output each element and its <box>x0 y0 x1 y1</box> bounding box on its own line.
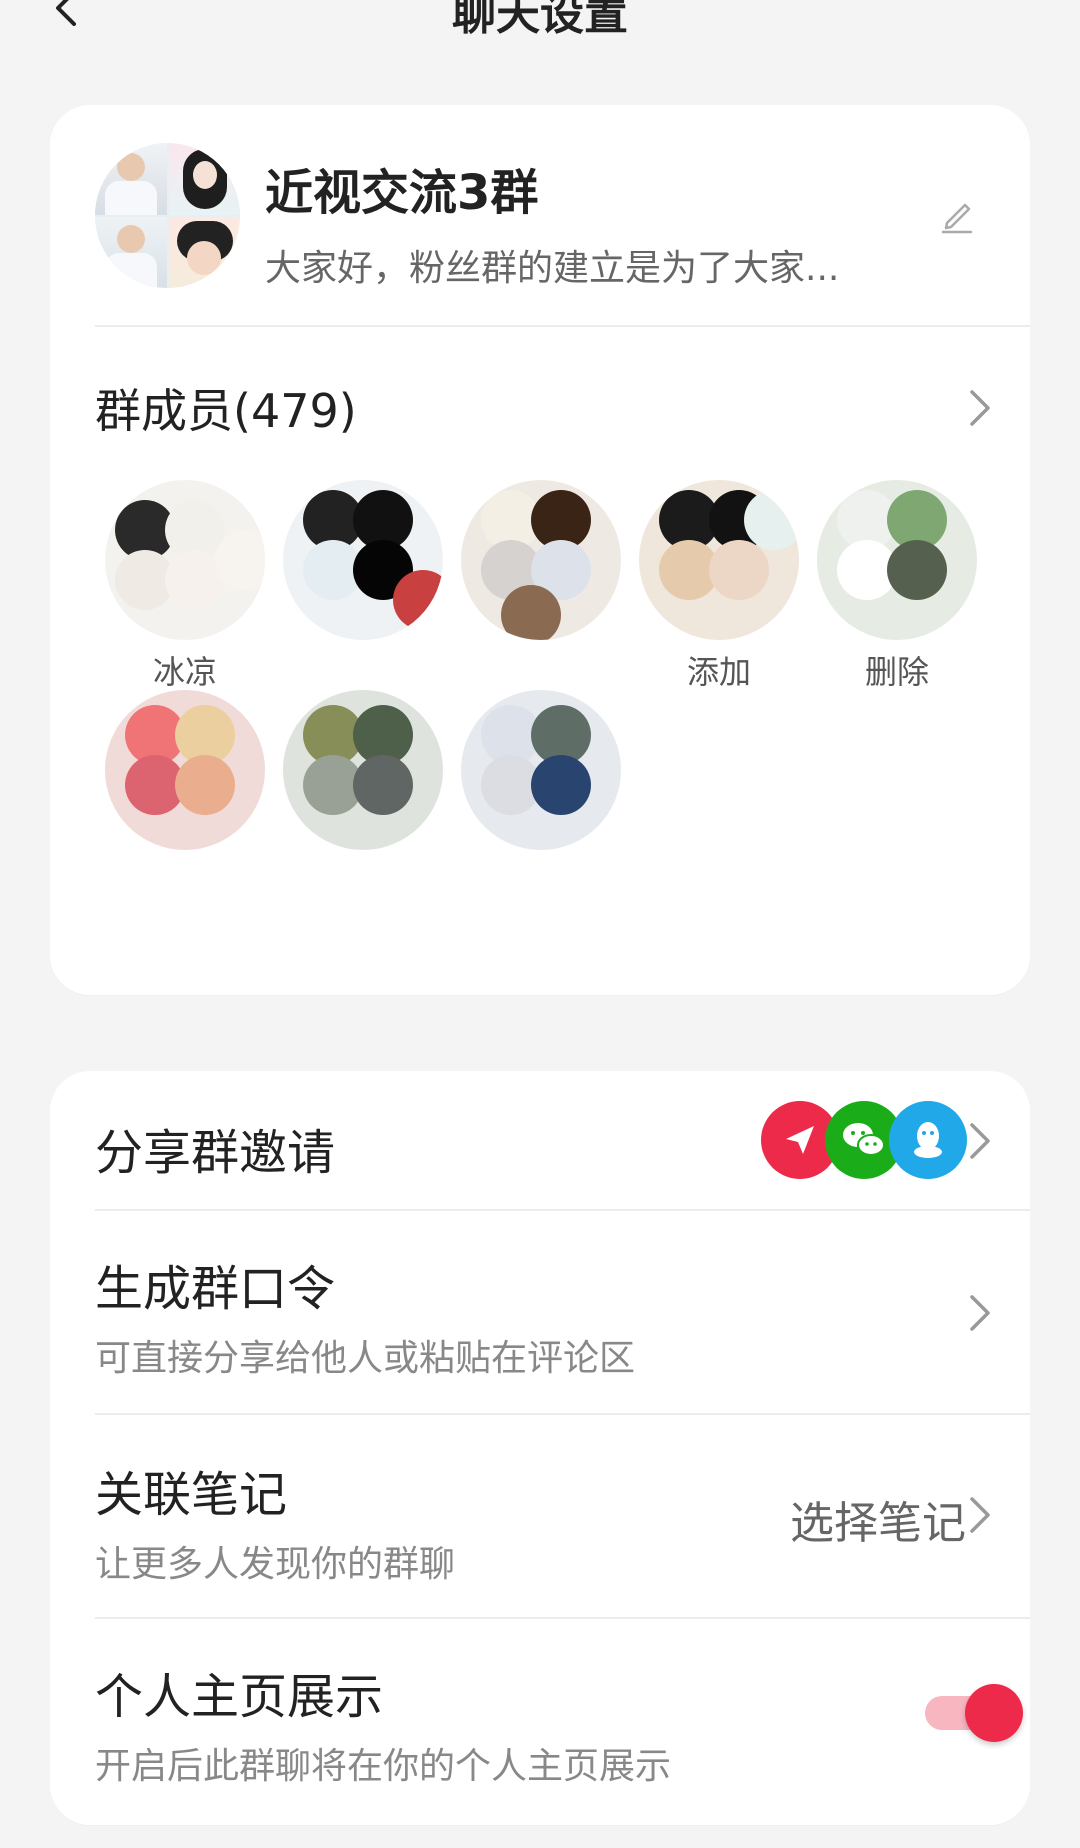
group-password-row[interactable]: 生成群口令 可直接分享给他人或粘贴在评论区 <box>95 1211 1030 1413</box>
link-note-row[interactable]: 关联笔记 让更多人发现你的群聊 选择笔记 <box>95 1415 1030 1617</box>
chevron-right-icon[interactable] <box>968 1121 992 1161</box>
blur-dot <box>393 570 443 630</box>
member-name: 添加 <box>686 653 751 691</box>
member-item[interactable] <box>451 690 631 910</box>
profile-display-row: 个人主页展示 开启后此群聊将在你的个人主页展示 <box>95 1619 1030 1823</box>
face-shape <box>192 161 217 189</box>
blur-dot <box>175 755 235 815</box>
member-avatar <box>461 690 621 850</box>
member-name: 冰凉 <box>152 653 217 691</box>
member-avatar <box>461 480 621 640</box>
link-note-subtitle: 让更多人发现你的群聊 <box>95 1544 456 1585</box>
member-avatar <box>105 690 265 850</box>
blur-dot <box>531 755 591 815</box>
member-item[interactable] <box>273 480 453 700</box>
blur-dot <box>887 540 947 600</box>
blur-dot <box>353 755 413 815</box>
avatar-tile <box>168 216 240 288</box>
share-invite-title: 分享群邀请 <box>95 1125 336 1181</box>
select-note-value[interactable]: 选择笔记 <box>790 1487 966 1551</box>
chevron-right-icon[interactable] <box>968 1293 992 1333</box>
top-bar: 聊天设置 <box>0 0 1080 40</box>
profile-display-toggle[interactable] <box>925 1684 1023 1742</box>
group-password-title: 生成群口令 <box>95 1261 336 1317</box>
avatar-tile <box>168 143 240 215</box>
shirt-shape <box>105 252 157 288</box>
group-actions-card: 分享群邀请 生成群口令 可直接分享给他人或粘贴在评论区 关联笔记 让更多人发现你… <box>50 1071 1030 1825</box>
profile-display-title: 个人主页展示 <box>95 1669 384 1725</box>
member-avatar <box>283 480 443 640</box>
share-icons <box>761 1101 991 1181</box>
edit-icon[interactable] <box>937 195 977 235</box>
face-shape <box>117 224 145 253</box>
member-item[interactable] <box>273 690 453 910</box>
shirt-shape <box>105 181 157 215</box>
group-password-subtitle: 可直接分享给他人或粘贴在评论区 <box>95 1338 636 1379</box>
face-shape <box>117 153 145 181</box>
group-name: 近视交流3群 <box>265 165 539 221</box>
toggle-knob <box>965 1684 1023 1742</box>
divider <box>95 325 1030 327</box>
members-title[interactable]: 群成员(479) <box>95 375 357 441</box>
blur-dot <box>709 540 769 600</box>
avatar-tile <box>95 143 167 215</box>
member-item[interactable]: 添加 <box>629 480 809 700</box>
group-info-card: 近视交流3群 大家好，粉丝群的建立是为了大家... 群成员(479) 冰凉 添加… <box>50 105 1030 995</box>
page-title: 聊天设置 <box>452 0 628 40</box>
member-name: 删除 <box>864 653 929 691</box>
profile-display-subtitle: 开启后此群聊将在你的个人主页展示 <box>95 1746 672 1787</box>
member-avatar <box>105 480 265 640</box>
avatar-tile <box>95 216 167 288</box>
member-item[interactable]: 冰凉 <box>95 480 275 700</box>
group-avatar <box>95 143 240 288</box>
link-note-title: 关联笔记 <box>95 1467 288 1523</box>
qq-icon[interactable] <box>889 1101 967 1179</box>
member-item[interactable] <box>451 480 631 700</box>
share-invite-row[interactable]: 分享群邀请 <box>95 1071 1030 1209</box>
member-list: 冰凉 添加 删除 <box>95 480 1005 950</box>
blur-dot <box>744 490 799 550</box>
member-item[interactable]: 删除 <box>807 480 987 700</box>
chevron-right-icon[interactable] <box>968 388 992 428</box>
group-header[interactable]: 近视交流3群 大家好，粉丝群的建立是为了大家... <box>95 143 985 293</box>
face-shape <box>186 240 221 275</box>
member-avatar <box>639 480 799 640</box>
member-avatar <box>817 480 977 640</box>
group-description: 大家好，粉丝群的建立是为了大家... <box>265 248 840 289</box>
member-item[interactable] <box>95 690 275 910</box>
member-avatar <box>283 690 443 850</box>
blur-dot <box>501 585 561 640</box>
chevron-right-icon[interactable] <box>968 1495 992 1535</box>
